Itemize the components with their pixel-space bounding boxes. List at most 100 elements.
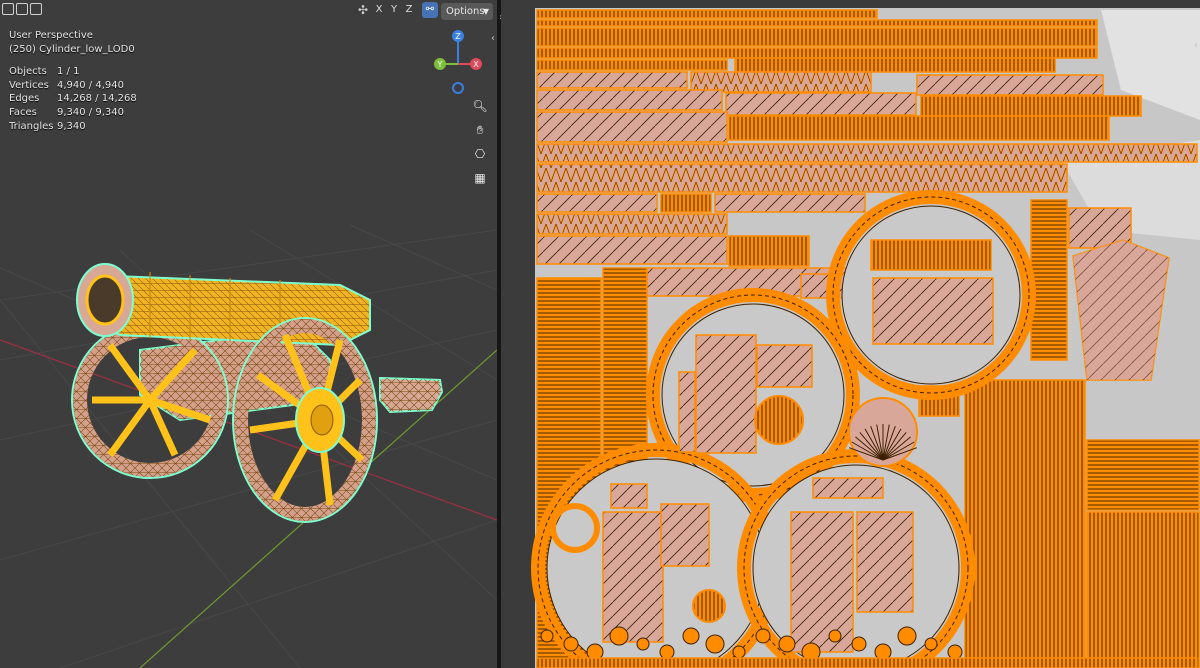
link-icon[interactable]: ⚯ — [422, 2, 438, 18]
stat-value: 14,268 / 14,268 — [57, 93, 137, 105]
uv-island — [536, 235, 728, 265]
hand-pan-icon[interactable]: ✋︎ — [470, 120, 490, 140]
uv-island — [563, 636, 579, 652]
uv-island — [714, 193, 866, 213]
mirror-axis-group: ✣ X Y Z ⚯ — [356, 2, 438, 18]
cannon-model[interactable] — [71, 263, 444, 523]
select-mode-group — [2, 3, 42, 15]
uv-island — [536, 143, 1198, 163]
uv-island — [536, 19, 1098, 27]
uv-island — [872, 277, 994, 345]
chevron-down-icon: ▼ — [482, 7, 489, 16]
chevron-left-icon[interactable]: ‹ — [491, 33, 495, 44]
uv-island — [778, 635, 796, 653]
stat-row: Objects 1 / 1 — [9, 65, 137, 79]
uv-island — [540, 629, 554, 643]
uv-island — [916, 74, 1104, 96]
uv-island — [828, 629, 842, 643]
chevron-left-icon[interactable]: ‹ — [1194, 40, 1198, 51]
uv-island — [660, 503, 710, 567]
navigation-gizmo[interactable]: Z Y X — [428, 28, 488, 96]
camera-icon[interactable]: ⎔ — [470, 144, 490, 164]
stat-row: Edges 14,268 / 14,268 — [9, 92, 137, 106]
object-name: (250) Cylinder_low_LOD0 — [9, 43, 135, 55]
uv-island — [610, 483, 648, 509]
uv-island — [924, 637, 938, 651]
uv-layout[interactable] — [501, 0, 1200, 668]
uv-island — [695, 334, 757, 454]
uv-island — [536, 9, 878, 19]
uv-island — [734, 57, 1056, 73]
uv-editor[interactable]: ‹ — [501, 0, 1200, 668]
zoom-icon[interactable]: 🔍︎ — [470, 96, 490, 116]
uv-island — [856, 511, 914, 613]
uv-island — [659, 644, 675, 660]
uv-island — [692, 589, 726, 623]
stat-row: Faces 9,340 / 9,340 — [9, 106, 137, 120]
axis-z-toggle[interactable]: Z — [403, 2, 415, 18]
uv-island — [870, 239, 992, 271]
stat-value: 9,340 — [57, 120, 86, 132]
stat-label: Edges — [9, 93, 40, 105]
uv-island — [609, 626, 629, 646]
uv-island — [1086, 511, 1200, 668]
uv-island — [755, 628, 771, 644]
uv-island — [705, 634, 725, 654]
uv-island — [756, 344, 813, 388]
stat-value: 4,940 / 4,940 — [57, 79, 124, 91]
grid-perspective-icon[interactable]: ▦ — [470, 168, 490, 188]
stat-row: Triangles 9,340 — [9, 120, 137, 134]
uv-island — [851, 636, 867, 652]
uv-island — [725, 92, 917, 116]
uv-island — [660, 193, 712, 213]
uv-island — [682, 627, 700, 645]
gizmo-neg-z-icon[interactable] — [452, 82, 464, 94]
uv-island — [754, 395, 804, 445]
uv-island — [536, 657, 1198, 668]
svg-text:Z: Z — [455, 32, 461, 41]
stat-value: 9,340 / 9,340 — [57, 106, 124, 118]
uv-island — [536, 27, 1098, 47]
uv-island — [602, 511, 664, 643]
stat-label: Triangles — [9, 120, 54, 132]
uv-island — [536, 59, 728, 71]
stat-label: Vertices — [9, 79, 49, 91]
uv-island — [1086, 439, 1200, 511]
uv-island — [536, 89, 723, 111]
stat-label: Faces — [9, 106, 37, 118]
uv-island — [536, 47, 1098, 59]
view-name: User Perspective — [9, 30, 93, 41]
axis-x-toggle[interactable]: X — [373, 2, 385, 18]
options-label: Options — [446, 6, 485, 17]
uv-island — [728, 115, 1110, 141]
select-box-icon[interactable] — [2, 3, 14, 15]
butterfly-mirror-icon[interactable]: ✣ — [356, 3, 370, 17]
viewport-info-overlay: User Perspective (250) Cylinder_low_LOD0… — [9, 29, 137, 133]
uv-island — [678, 371, 696, 453]
uv-island — [728, 235, 810, 267]
options-dropdown[interactable]: Options ▼ — [441, 3, 493, 20]
uv-island — [790, 511, 854, 653]
uv-island — [732, 645, 746, 659]
stat-row: Vertices 4,940 / 4,940 — [9, 79, 137, 93]
uv-island — [920, 95, 1142, 117]
select-extend-icon[interactable] — [16, 3, 28, 15]
svg-text:Y: Y — [437, 60, 443, 69]
svg-text:X: X — [473, 60, 479, 69]
viewport-header: ✣ X Y Z ⚯ Options ▼ — [0, 0, 497, 22]
uv-island — [812, 477, 884, 499]
uv-island — [947, 644, 963, 660]
axis-y-toggle[interactable]: Y — [388, 2, 400, 18]
stat-value: 1 / 1 — [57, 66, 80, 78]
3d-viewport[interactable]: ✣ X Y Z ⚯ Options ▼ User Perspective (25… — [0, 0, 497, 668]
select-subtract-icon[interactable] — [30, 3, 42, 15]
uv-island — [536, 163, 1068, 193]
stat-label: Objects — [9, 66, 47, 78]
uv-island — [1030, 199, 1068, 361]
uv-island — [964, 379, 1086, 668]
uv-islands — [531, 9, 1200, 668]
uv-island — [636, 637, 650, 651]
uv-island — [536, 71, 688, 89]
uv-island — [536, 213, 728, 235]
blender-window: ✣ X Y Z ⚯ Options ▼ User Perspective (25… — [0, 0, 1200, 668]
